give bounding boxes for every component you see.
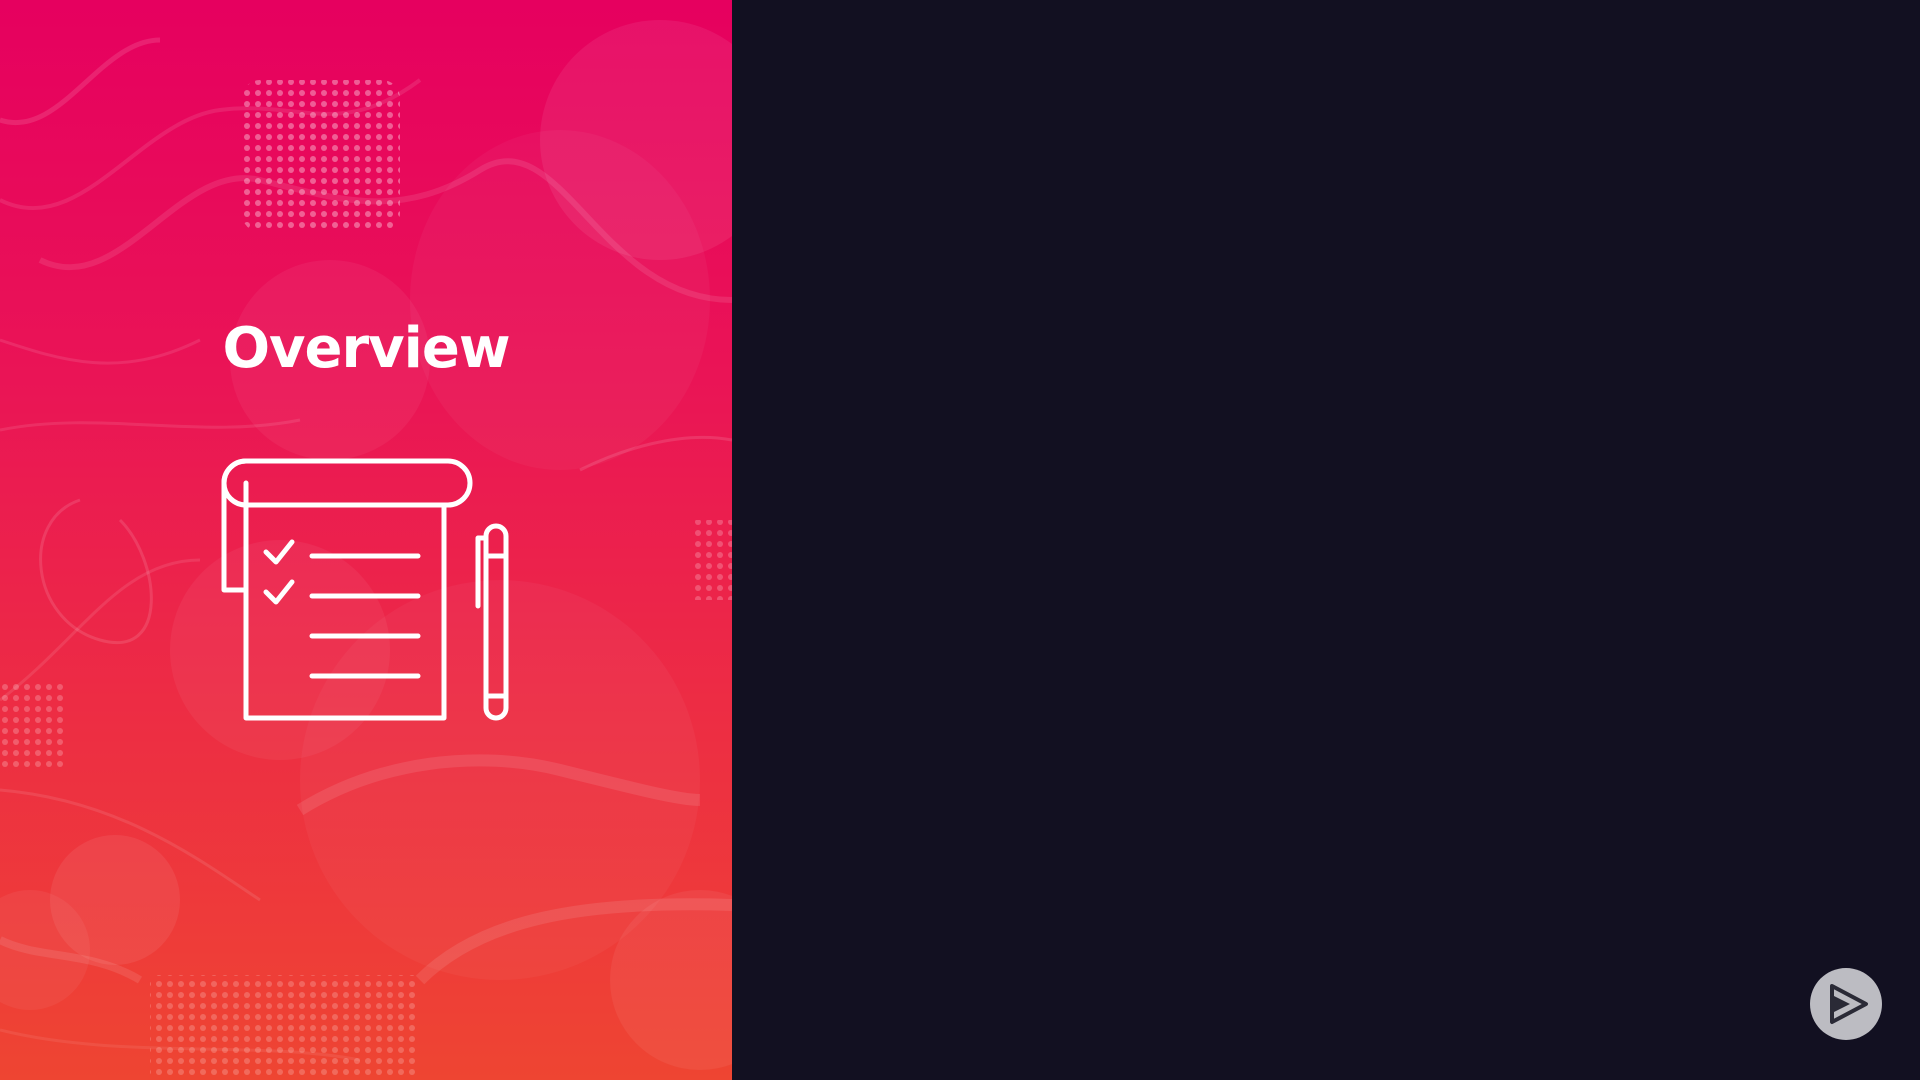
title-panel: Overview	[0, 0, 732, 1080]
content-panel	[732, 0, 1920, 1080]
play-triangle-icon	[1830, 984, 1868, 1024]
play-logo-icon[interactable]	[1810, 968, 1882, 1040]
slide-title: Overview	[222, 316, 510, 381]
checklist-notepad-pen-icon	[221, 458, 509, 721]
slide: Overview	[0, 0, 1920, 1080]
